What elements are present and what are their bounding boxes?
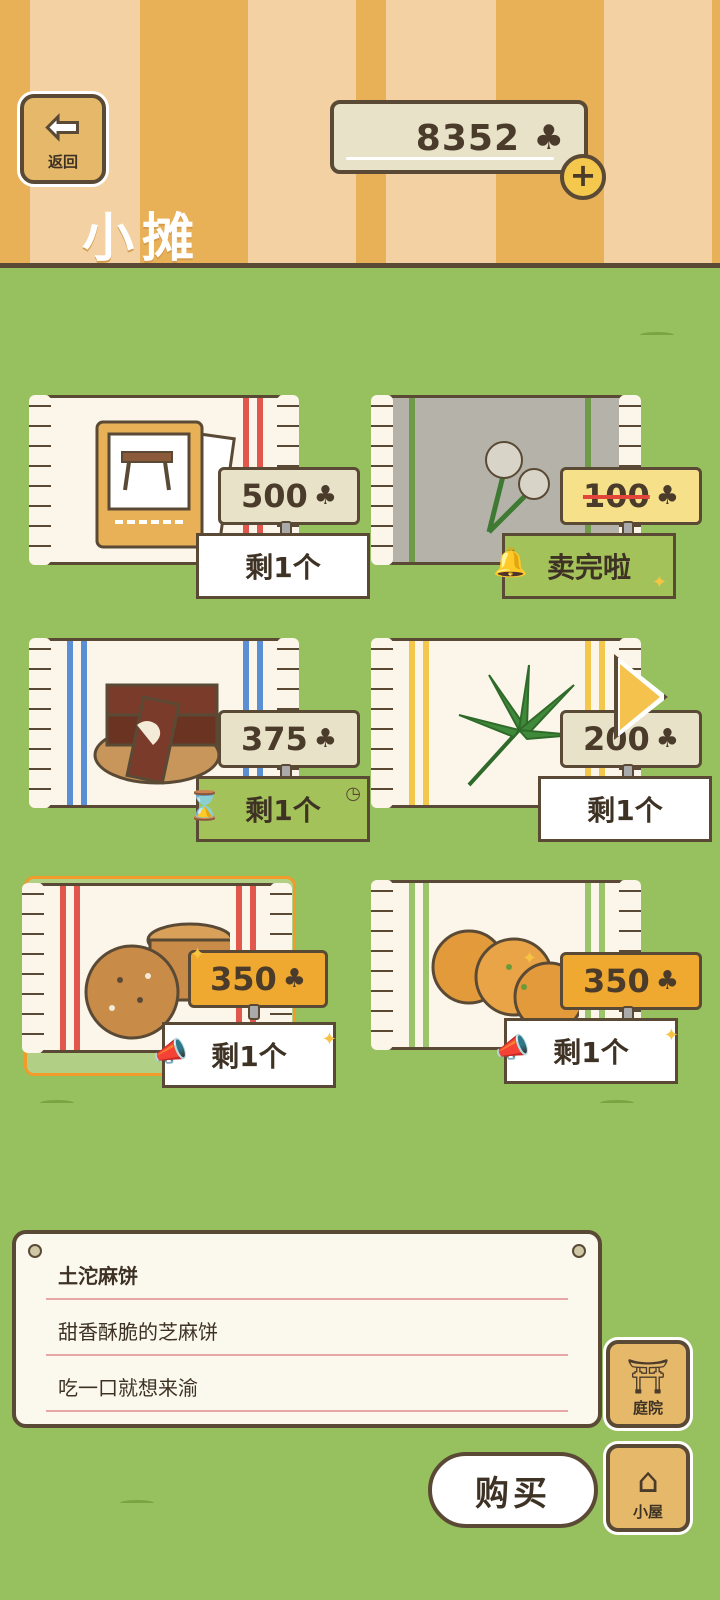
bell-icon: 🔔 [493, 546, 528, 579]
clover-icon: ♣ [313, 481, 338, 511]
house-button[interactable]: ⌂ 小屋 [606, 1444, 690, 1532]
clover-icon: ♣ [313, 724, 338, 754]
sold-out-text: 卖完啦 [546, 551, 631, 584]
item-name: 土沱麻饼 [46, 1244, 568, 1300]
sparkle-icon: ✦ [651, 572, 667, 593]
back-arrow-icon: ⬅ [45, 103, 81, 150]
grass-decoration [40, 1100, 74, 1106]
postcard-image [95, 420, 236, 550]
leaf-image [458, 664, 575, 787]
pin-icon [248, 1004, 260, 1020]
price-tag: 350 ♣ [188, 950, 328, 1008]
item-desc-line-2: 吃一口就想来渝 [46, 1356, 568, 1412]
shop-item-chocolate[interactable]: 375 ♣ ⌛ 剩1个 ◷ [29, 638, 370, 842]
price-tag: 500 ♣ [218, 467, 360, 525]
house-label: 小屋 [632, 1503, 663, 1521]
back-label: 返回 [47, 152, 78, 171]
dandelion-image [485, 441, 550, 534]
price-tag: 375 ♣ [218, 710, 360, 768]
sparkle-icon: ✦ [190, 944, 206, 965]
clover-icon: ♣ [533, 118, 564, 158]
price-value: 350 [582, 962, 650, 1000]
currency-display: 8352 ♣ [330, 100, 588, 174]
price-value: 500 [240, 477, 308, 515]
stock-label: 📣 剩1个 ✦ [153, 1022, 337, 1088]
megaphone-icon: 📣 [495, 1031, 530, 1064]
price-value: 100 [582, 477, 650, 515]
yard-label: 庭院 [632, 1399, 663, 1417]
yard-icon: ⛩ [626, 1357, 670, 1397]
price-value: 350 [209, 960, 277, 998]
grass-decoration [640, 332, 674, 338]
shop-item-dandelion[interactable]: 100 ♣ 🔔 卖完啦 ✦ [371, 395, 702, 599]
grass-decoration [120, 1500, 154, 1506]
description-panel: 土沱麻饼 甜香酥脆的芝麻饼 吃一口就想来渝 [12, 1230, 602, 1428]
shop-item-postcard[interactable]: 500 ♣ 剩1个 [29, 395, 370, 599]
buy-button[interactable]: 购买 [428, 1452, 598, 1528]
chocolate-image [93, 683, 221, 785]
panel-pin-icon [28, 1244, 42, 1258]
panel-pin-icon [572, 1244, 586, 1258]
stock-label: 剩1个 [196, 533, 370, 599]
price-tag: 350 ♣ [560, 952, 702, 1010]
page-title: 小摊 [82, 209, 203, 269]
sold-out-label: 🔔 卖完啦 ✦ [493, 533, 676, 599]
hourglass-icon: ⌛ [187, 789, 222, 822]
stock-text: 剩1个 [211, 1040, 287, 1073]
clover-icon: ♣ [655, 481, 680, 511]
clover-icon: ♣ [655, 966, 680, 996]
price-tag: 100 ♣ [560, 467, 702, 525]
add-currency-button[interactable]: + [560, 154, 606, 200]
fried-cake-image [431, 929, 579, 1033]
shop-item-leaf[interactable]: 200 ♣ 剩1个 [371, 638, 712, 842]
back-button[interactable]: ⬅ 返回 [20, 94, 106, 184]
house-icon: ⌂ [637, 1461, 659, 1501]
stock-label: ⌛ 剩1个 ◷ [187, 776, 370, 842]
shop-item-fried-cake[interactable]: 350 ♣ ✦ 📣 剩1个 ✦ [371, 880, 702, 1084]
clover-icon: ♣ [282, 964, 307, 994]
sparkle-icon: ✦ [663, 1025, 679, 1046]
currency-value: 8352 [415, 118, 520, 159]
megaphone-icon: 📣 [153, 1035, 188, 1068]
clover-icon: ♣ [655, 724, 680, 754]
stock-label: 📣 剩1个 ✦ [495, 1018, 679, 1084]
grass-decoration [600, 1100, 634, 1106]
yard-button[interactable]: ⛩ 庭院 [606, 1340, 690, 1428]
stock-label: 剩1个 [538, 776, 712, 842]
clock-icon: ◷ [345, 783, 361, 804]
price-value: 375 [240, 720, 308, 758]
stock-text: 剩1个 [553, 1036, 629, 1069]
stock-text: 剩1个 [245, 794, 321, 827]
item-desc-line-1: 甜香酥脆的芝麻饼 [46, 1300, 568, 1356]
sparkle-icon: ✦ [522, 948, 538, 969]
sparkle-icon: ✦ [321, 1029, 337, 1050]
